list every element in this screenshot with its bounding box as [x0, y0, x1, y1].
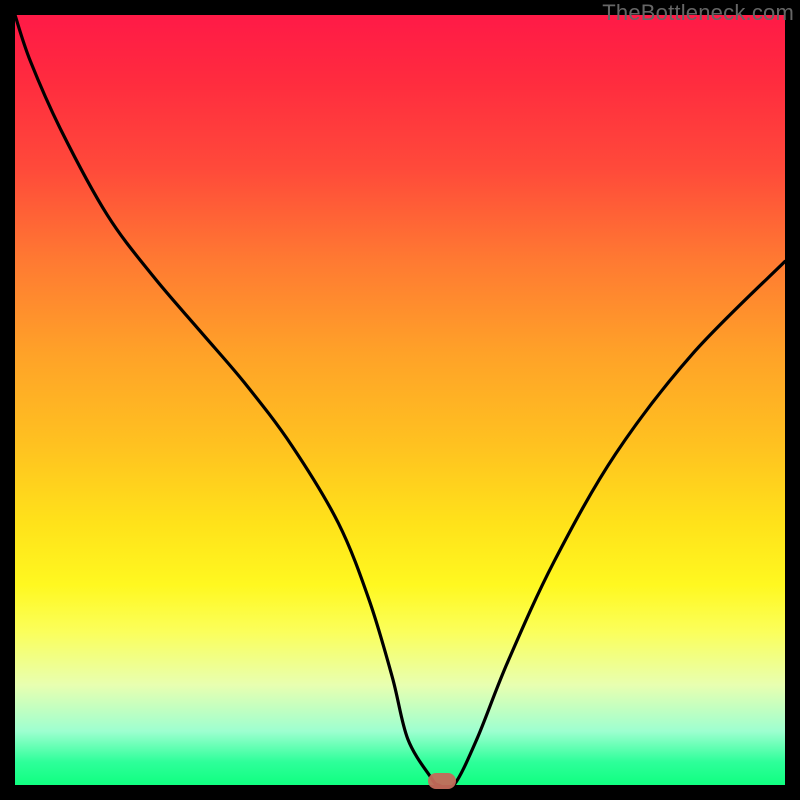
curve-path: [15, 15, 785, 785]
valley-marker: [428, 773, 456, 789]
chart-stage: TheBottleneck.com: [0, 0, 800, 800]
curve-svg: [15, 15, 785, 785]
plot-area: [15, 15, 785, 785]
watermark-text: TheBottleneck.com: [602, 0, 794, 26]
